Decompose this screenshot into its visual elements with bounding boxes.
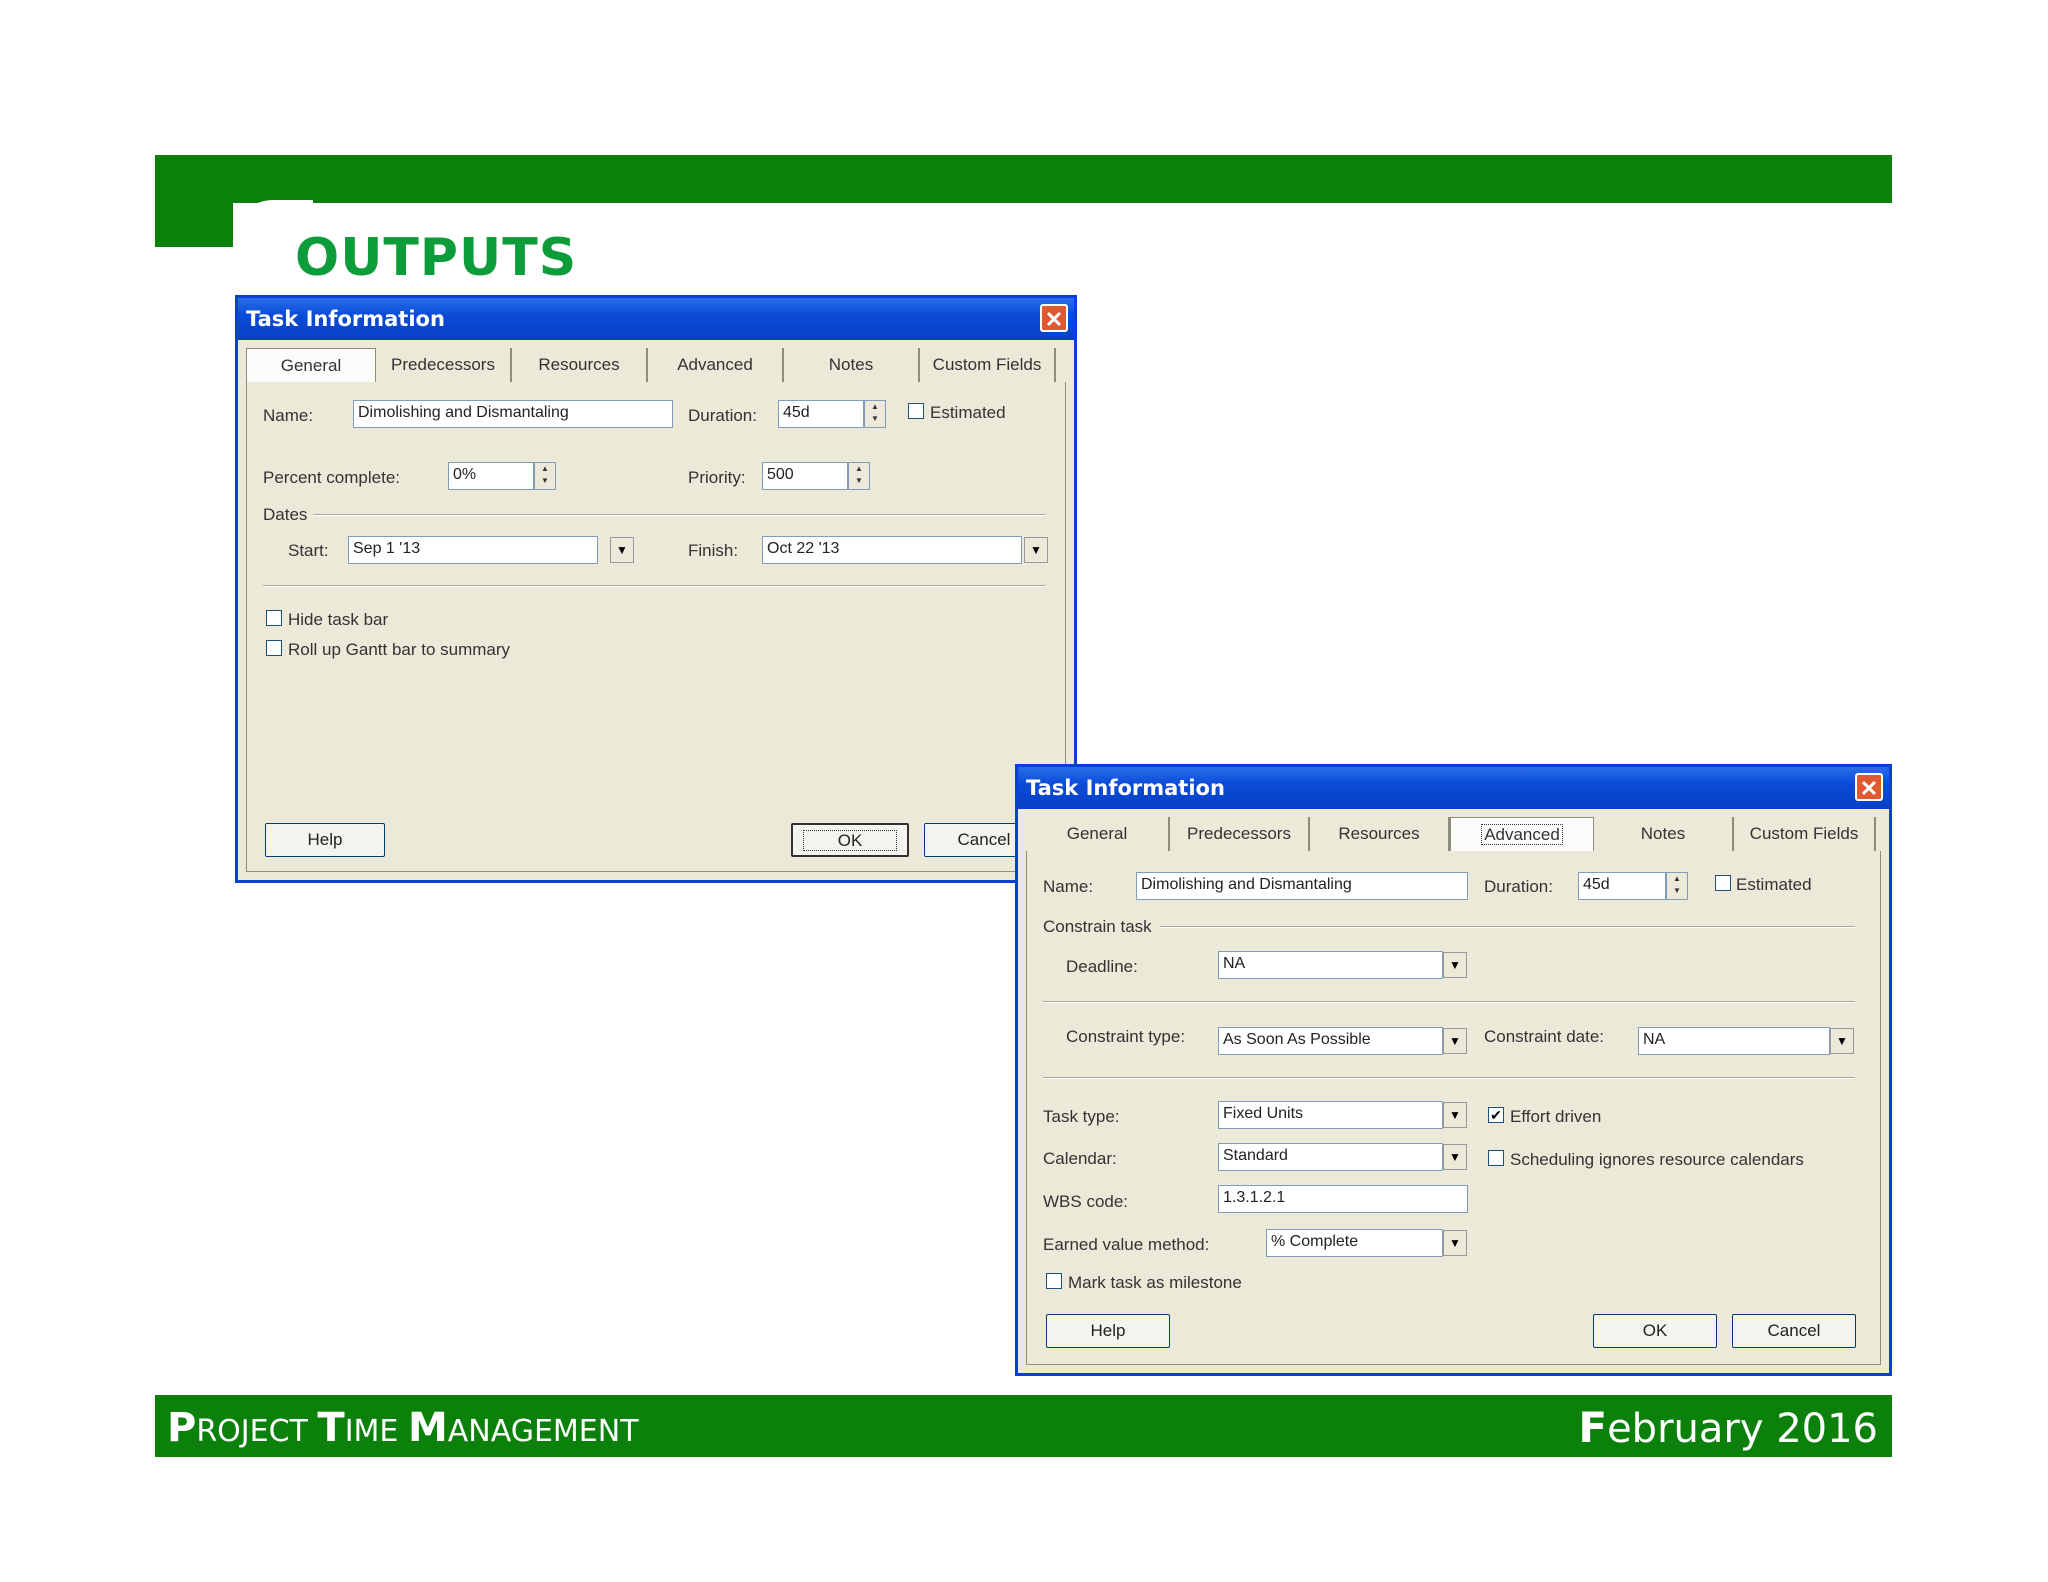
- scheduling-ignores-label: Scheduling ignores resource calendars: [1510, 1150, 1804, 1169]
- tab-advanced[interactable]: Advanced: [648, 348, 784, 382]
- tab-custom-fields[interactable]: Custom Fields: [920, 348, 1056, 382]
- dialog-titlebar: Task Information ✕: [1018, 767, 1889, 809]
- earned-value-select[interactable]: % Complete: [1266, 1229, 1443, 1257]
- tab-advanced[interactable]: Advanced: [1450, 817, 1594, 851]
- footer-date: February 2016: [1578, 1403, 1878, 1452]
- help-button[interactable]: Help: [1046, 1314, 1170, 1348]
- slide-title: OUTPUTS: [295, 228, 578, 288]
- priority-input[interactable]: 500: [762, 462, 848, 490]
- duration-input[interactable]: 45d: [778, 400, 864, 428]
- constraint-type-dropdown-icon[interactable]: ▼: [1443, 1028, 1467, 1054]
- constrain-separator: [1160, 926, 1855, 928]
- percent-complete-input[interactable]: 0%: [448, 462, 534, 490]
- task-type-label: Task type:: [1043, 1107, 1120, 1126]
- dates-group-label: Dates: [263, 505, 308, 524]
- finish-dropdown-icon[interactable]: ▼: [1024, 537, 1048, 563]
- separator: [1043, 1001, 1855, 1003]
- close-icon[interactable]: ✕: [1040, 304, 1068, 332]
- earned-value-label: Earned value method:: [1043, 1235, 1210, 1254]
- task-type-select[interactable]: Fixed Units: [1218, 1101, 1443, 1129]
- dates-separator: [313, 514, 1045, 516]
- name-label: Name:: [1043, 877, 1094, 896]
- earned-value-dropdown-icon[interactable]: ▼: [1443, 1230, 1467, 1256]
- name-input[interactable]: Dimolishing and Dismantaling: [353, 400, 673, 428]
- milestone-checkbox[interactable]: [1046, 1273, 1062, 1289]
- constraint-date-dropdown-icon[interactable]: ▼: [1830, 1028, 1854, 1054]
- constraint-date-label: Constraint date:: [1484, 1027, 1605, 1046]
- percent-complete-label: Percent complete:: [263, 468, 401, 487]
- calendar-label: Calendar:: [1043, 1149, 1117, 1168]
- estimated-label: Estimated: [1736, 875, 1812, 894]
- tab-notes[interactable]: Notes: [1594, 817, 1734, 851]
- constraint-type-label: Constraint type:: [1066, 1027, 1186, 1046]
- effort-driven-checkbox[interactable]: ✔: [1488, 1107, 1504, 1123]
- tab-predecessors[interactable]: Predecessors: [376, 348, 512, 382]
- start-input[interactable]: Sep 1 '13: [348, 536, 598, 564]
- deadline-input[interactable]: NA: [1218, 951, 1443, 979]
- constraint-date-input[interactable]: NA: [1638, 1027, 1830, 1055]
- ok-button[interactable]: OK: [791, 823, 909, 857]
- calendar-select[interactable]: Standard: [1218, 1143, 1443, 1171]
- task-type-dropdown-icon[interactable]: ▼: [1443, 1102, 1467, 1128]
- tab-general[interactable]: General: [246, 348, 376, 382]
- deadline-label: Deadline:: [1066, 957, 1138, 976]
- separator: [1043, 1077, 1855, 1079]
- name-input[interactable]: Dimolishing and Dismantaling: [1136, 872, 1468, 900]
- header-notch: [155, 200, 233, 247]
- tab-resources[interactable]: Resources: [1310, 817, 1450, 851]
- priority-label: Priority:: [688, 468, 746, 487]
- dialog-title: Task Information: [1026, 776, 1225, 800]
- wbs-code-input[interactable]: 1.3.1.2.1: [1218, 1185, 1468, 1213]
- duration-input[interactable]: 45d: [1578, 872, 1666, 900]
- constraint-type-select[interactable]: As Soon As Possible: [1218, 1027, 1443, 1055]
- hide-task-bar-checkbox[interactable]: [266, 610, 282, 626]
- estimated-label: Estimated: [930, 403, 1006, 422]
- tab-notes[interactable]: Notes: [784, 348, 920, 382]
- finish-input[interactable]: Oct 22 '13: [762, 536, 1022, 564]
- estimated-checkbox[interactable]: [908, 403, 924, 419]
- start-label: Start:: [288, 541, 329, 560]
- name-label: Name:: [263, 406, 314, 425]
- effort-driven-label: Effort driven: [1510, 1107, 1602, 1126]
- priority-spinner[interactable]: ▲ ▼: [848, 462, 870, 490]
- percent-spinner[interactable]: ▲ ▼: [534, 462, 556, 490]
- tab-general[interactable]: General: [1026, 817, 1170, 851]
- wbs-code-label: WBS code:: [1043, 1192, 1129, 1211]
- task-information-dialog-general: Task Information ✕ General Predecessors …: [235, 295, 1077, 883]
- footer-topic: PROJECT TIME MANAGEMENT: [167, 1405, 639, 1451]
- close-icon[interactable]: ✕: [1855, 773, 1883, 801]
- estimated-checkbox[interactable]: [1715, 875, 1731, 891]
- start-dropdown-icon[interactable]: ▼: [610, 537, 634, 563]
- help-button[interactable]: Help: [265, 823, 385, 857]
- duration-label: Duration:: [688, 406, 757, 425]
- footer-band: PROJECT TIME MANAGEMENT February 2016: [155, 1395, 1892, 1457]
- duration-spinner[interactable]: ▲ ▼: [864, 400, 886, 428]
- milestone-label: Mark task as milestone: [1068, 1273, 1242, 1292]
- rollup-checkbox[interactable]: [266, 640, 282, 656]
- constrain-task-group-label: Constrain task: [1043, 917, 1152, 936]
- scheduling-ignores-checkbox[interactable]: [1488, 1150, 1504, 1166]
- deadline-dropdown-icon[interactable]: ▼: [1443, 952, 1467, 978]
- tab-resources[interactable]: Resources: [512, 348, 648, 382]
- tab-predecessors[interactable]: Predecessors: [1170, 817, 1310, 851]
- separator: [263, 585, 1045, 587]
- finish-label: Finish:: [688, 541, 739, 560]
- task-information-dialog-advanced: Task Information ✕ General Predecessors …: [1015, 764, 1892, 1376]
- ok-button[interactable]: OK: [1593, 1314, 1717, 1348]
- rollup-label: Roll up Gantt bar to summary: [288, 640, 511, 659]
- duration-spinner[interactable]: ▲ ▼: [1666, 872, 1688, 900]
- tab-custom-fields[interactable]: Custom Fields: [1734, 817, 1876, 851]
- cancel-button[interactable]: Cancel: [1732, 1314, 1856, 1348]
- header-band: [155, 155, 1892, 203]
- calendar-dropdown-icon[interactable]: ▼: [1443, 1144, 1467, 1170]
- duration-label: Duration:: [1484, 877, 1553, 896]
- hide-task-bar-label: Hide task bar: [288, 610, 389, 629]
- dialog-titlebar: Task Information ✕: [238, 298, 1074, 340]
- dialog-title: Task Information: [246, 307, 445, 331]
